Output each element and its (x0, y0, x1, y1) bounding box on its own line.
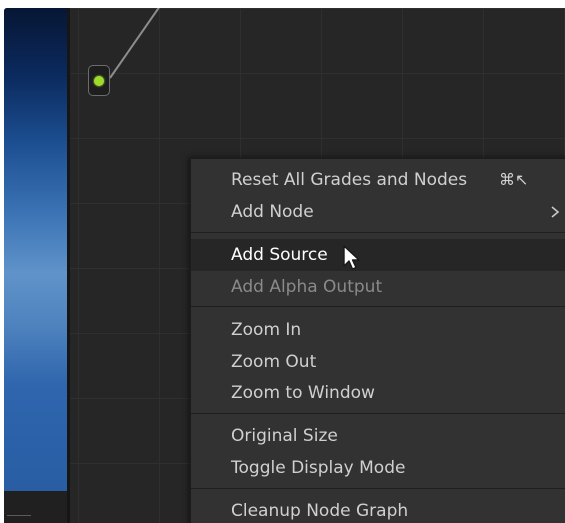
menu-item-label: Zoom In (231, 320, 302, 340)
context-menu: Reset All Grades and Nodes ⌘↖ Add Node A… (190, 158, 565, 523)
menu-item-label: Toggle Display Mode (231, 458, 406, 478)
menu-item-label: Cleanup Node Graph (231, 501, 409, 521)
menu-item-zoom-out[interactable]: Zoom Out (191, 347, 565, 377)
menu-item-zoom-to-window[interactable]: Zoom to Window (191, 378, 565, 408)
app-window: Reset All Grades and Nodes ⌘↖ Add Node A… (4, 8, 565, 523)
menu-item-add-source[interactable]: Add Source (191, 239, 565, 271)
menu-item-label: Add Node (231, 202, 314, 222)
menu-item-label: Add Alpha Output (231, 277, 383, 297)
menu-item-reset-all-grades-and-nodes[interactable]: Reset All Grades and Nodes ⌘↖ (191, 165, 565, 195)
menu-item-add-alpha-output[interactable]: Add Alpha Output (191, 272, 565, 302)
menu-item-label: Original Size (231, 426, 338, 446)
keyboard-shortcut: ⌘↖ (499, 170, 529, 189)
viewer-toolbar (4, 491, 67, 523)
menu-item-toggle-display-mode[interactable]: Toggle Display Mode (191, 453, 565, 483)
menu-item-cleanup-node-graph[interactable]: Cleanup Node Graph (191, 496, 565, 523)
chevron-right-icon (551, 206, 560, 218)
menu-item-label: Add Source (231, 245, 328, 265)
menu-item-add-node[interactable]: Add Node (191, 197, 565, 227)
menu-separator (191, 413, 565, 414)
menu-separator (191, 488, 565, 489)
node-output-port[interactable] (88, 65, 110, 96)
menu-separator (191, 232, 565, 233)
viewer-preview (4, 8, 67, 491)
menu-item-label: Reset All Grades and Nodes (231, 170, 468, 190)
menu-item-label: Zoom to Window (231, 383, 375, 403)
output-port-icon (94, 76, 104, 86)
menu-item-original-size[interactable]: Original Size (191, 421, 565, 451)
menu-item-zoom-in[interactable]: Zoom In (191, 315, 565, 345)
menu-separator (191, 306, 565, 307)
menu-item-label: Zoom Out (231, 352, 317, 372)
